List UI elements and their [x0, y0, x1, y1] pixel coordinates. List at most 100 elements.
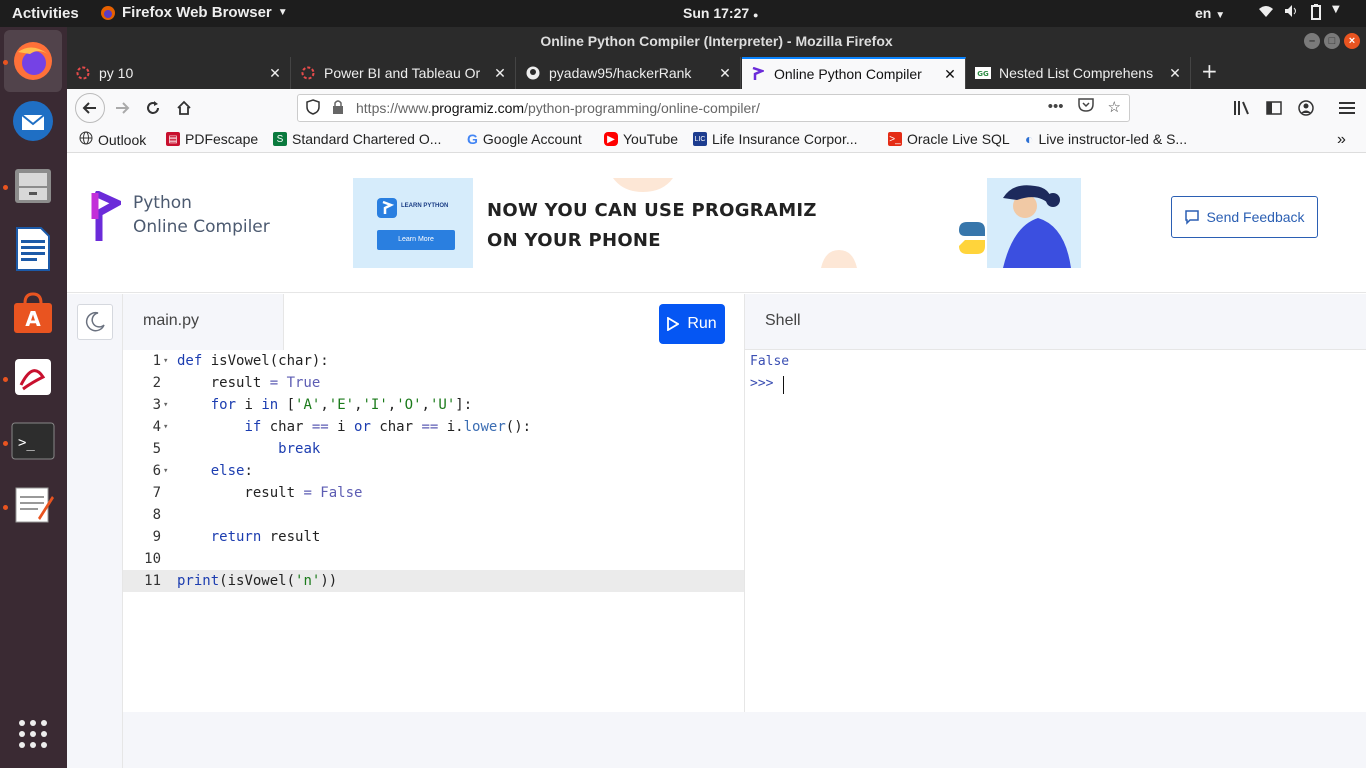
shell-console[interactable]: False >>> — [744, 350, 1366, 712]
dock-pdf-viewer[interactable] — [9, 353, 57, 401]
bookmark-oracle-live-sql[interactable]: >_ Oracle Live SQL — [888, 131, 1010, 147]
fold-arrow-icon[interactable]: ▾ — [163, 460, 168, 482]
site-header: Python Online Compiler LEARN PYTHON Lear… — [67, 153, 1366, 293]
menu-button[interactable] — [1334, 95, 1360, 121]
minimize-button[interactable]: – — [1304, 33, 1320, 49]
tab-hackerrank[interactable]: pyadaw95/hackerRank ✕ — [517, 57, 741, 89]
line-number: 1 — [152, 353, 161, 369]
code-editor[interactable]: 1 ▾ def isVowel(char): 2 result = True 3 ▾… — [123, 350, 744, 712]
show-applications-button[interactable] — [9, 710, 57, 758]
window-title-bar[interactable]: Online Python Compiler (Interpreter) - M… — [67, 27, 1366, 55]
battery-icon — [1310, 4, 1322, 24]
more-actions-icon[interactable]: ••• — [1048, 98, 1064, 116]
code-line: 10 — [123, 548, 744, 570]
code-line: 5 break — [123, 438, 744, 460]
file-tab-main-py[interactable]: main.py — [123, 294, 284, 350]
app-name-label: Firefox Web Browser — [122, 4, 272, 21]
close-tab-icon[interactable]: ✕ — [266, 65, 284, 82]
close-window-button[interactable]: × — [1344, 33, 1360, 49]
dark-mode-toggle[interactable] — [77, 304, 113, 340]
pdf-icon: ▤ — [166, 132, 180, 146]
dock-text-editor[interactable] — [9, 481, 57, 529]
left-rail — [67, 294, 123, 768]
close-tab-icon[interactable]: ✕ — [941, 66, 959, 83]
more-bookmarks-button[interactable]: » — [1337, 131, 1346, 149]
logo-line-2: Online Compiler — [133, 217, 270, 237]
dock-writer[interactable] — [9, 225, 57, 273]
bookmark-label: Oracle Live SQL — [907, 131, 1010, 147]
globe-icon — [79, 131, 93, 148]
refresh-circle-icon: ◐ — [1025, 131, 1034, 147]
url-bar[interactable]: https://www.programiz.com/python-program… — [297, 94, 1130, 122]
clock-label: Sun 17:27 — [683, 5, 750, 21]
programiz-icon — [750, 66, 766, 82]
close-tab-icon[interactable]: ✕ — [716, 65, 734, 82]
forward-button[interactable] — [109, 95, 135, 121]
shell-output: False — [750, 354, 790, 369]
send-feedback-button[interactable]: Send Feedback — [1171, 196, 1318, 238]
bookmark-lic[interactable]: LIC Life Insurance Corpor... — [693, 131, 858, 147]
window-title: Online Python Compiler (Interpreter) - M… — [540, 33, 893, 49]
reload-button[interactable] — [140, 95, 166, 121]
line-number: 3 — [152, 397, 161, 413]
tab-online-python-compiler[interactable]: Online Python Compiler ✕ — [742, 57, 966, 89]
system-tray[interactable]: ▼ — [1258, 4, 1340, 24]
tab-label: Power BI and Tableau Or — [324, 65, 481, 81]
fold-arrow-icon[interactable]: ▾ — [163, 416, 168, 438]
dock-software[interactable]: A — [9, 289, 57, 337]
google-icon: G — [467, 131, 478, 147]
clock[interactable]: Sun 17:27 ● — [683, 5, 758, 21]
tab-label: Online Python Compiler — [774, 66, 922, 82]
chevron-down-icon: ▼ — [1215, 10, 1226, 21]
fold-arrow-icon[interactable]: ▾ — [163, 350, 168, 372]
sidebar-button[interactable] — [1261, 95, 1287, 121]
send-feedback-label: Send Feedback — [1206, 209, 1305, 225]
line-number: 11 — [144, 573, 161, 589]
fold-arrow-icon[interactable]: ▾ — [163, 394, 168, 416]
tab-label: py 10 — [99, 65, 134, 81]
close-tab-icon[interactable]: ✕ — [491, 65, 509, 82]
code-line: 3 ▾ for i in ['A','E','I','O','U']: — [123, 394, 744, 416]
run-label: Run — [687, 315, 717, 332]
dock-thunderbird[interactable] — [9, 97, 57, 145]
pocket-icon[interactable] — [1077, 98, 1094, 116]
library-button[interactable] — [1229, 95, 1255, 121]
bookmark-standard-chartered[interactable]: S Standard Chartered O... — [273, 131, 441, 147]
new-tab-button[interactable]: + — [1201, 59, 1218, 83]
language-indicator[interactable]: en ▼ — [1195, 5, 1225, 21]
programiz-logo[interactable]: Python Online Compiler — [91, 191, 270, 243]
learn-more-button[interactable]: Learn More — [377, 230, 455, 250]
code-text: result = True — [177, 375, 321, 391]
tab-nested-list[interactable]: GG Nested List Comprehens ✕ — [967, 57, 1191, 89]
app-menu[interactable]: Firefox Web Browser ▼ — [100, 4, 288, 21]
bookmark-youtube[interactable]: ▶ YouTube — [604, 131, 678, 147]
dock-terminal[interactable]: >_ — [9, 417, 57, 465]
tab-power-bi[interactable]: Power BI and Tableau Or ✕ — [292, 57, 516, 89]
dock-firefox[interactable] — [4, 30, 62, 92]
account-button[interactable] — [1293, 95, 1319, 121]
bookmark-live-instructor[interactable]: ◐ Live instructor-led & S... — [1025, 131, 1187, 147]
dock-files[interactable] — [9, 161, 57, 209]
shield-icon[interactable] — [306, 99, 320, 118]
code-text: if char == i or char == i.lower(): — [244, 419, 532, 435]
tab-py10[interactable]: py 10 ✕ — [67, 57, 291, 89]
library-icon — [1234, 101, 1249, 115]
promo-banner[interactable]: LEARN PYTHON Learn More NOW YOU CAN USE … — [353, 178, 1081, 268]
bookmark-google-account[interactable]: G Google Account — [467, 131, 582, 147]
bookmark-outlook[interactable]: Outlook — [79, 131, 146, 148]
lock-icon[interactable] — [332, 99, 344, 118]
programiz-logo-icon — [91, 191, 121, 241]
activities-button[interactable]: Activities — [12, 5, 79, 22]
run-button[interactable]: Run — [659, 304, 725, 344]
back-button[interactable] — [75, 93, 105, 123]
bookmark-pdfescape[interactable]: ▤ PDFescape — [166, 131, 258, 147]
home-button[interactable] — [171, 95, 197, 121]
url-domain: programiz.com — [431, 100, 525, 116]
bookmark-star-icon[interactable]: ☆ — [1108, 98, 1121, 116]
maximize-button[interactable]: □ — [1324, 33, 1340, 49]
banner-headline: NOW YOU CAN USE PROGRAMIZ ON YOUR PHONE — [487, 196, 817, 256]
editor-header: main.py Run — [123, 294, 744, 350]
language-label: en — [1195, 5, 1212, 21]
close-tab-icon[interactable]: ✕ — [1166, 65, 1184, 82]
tab-label: Nested List Comprehens — [999, 65, 1154, 81]
